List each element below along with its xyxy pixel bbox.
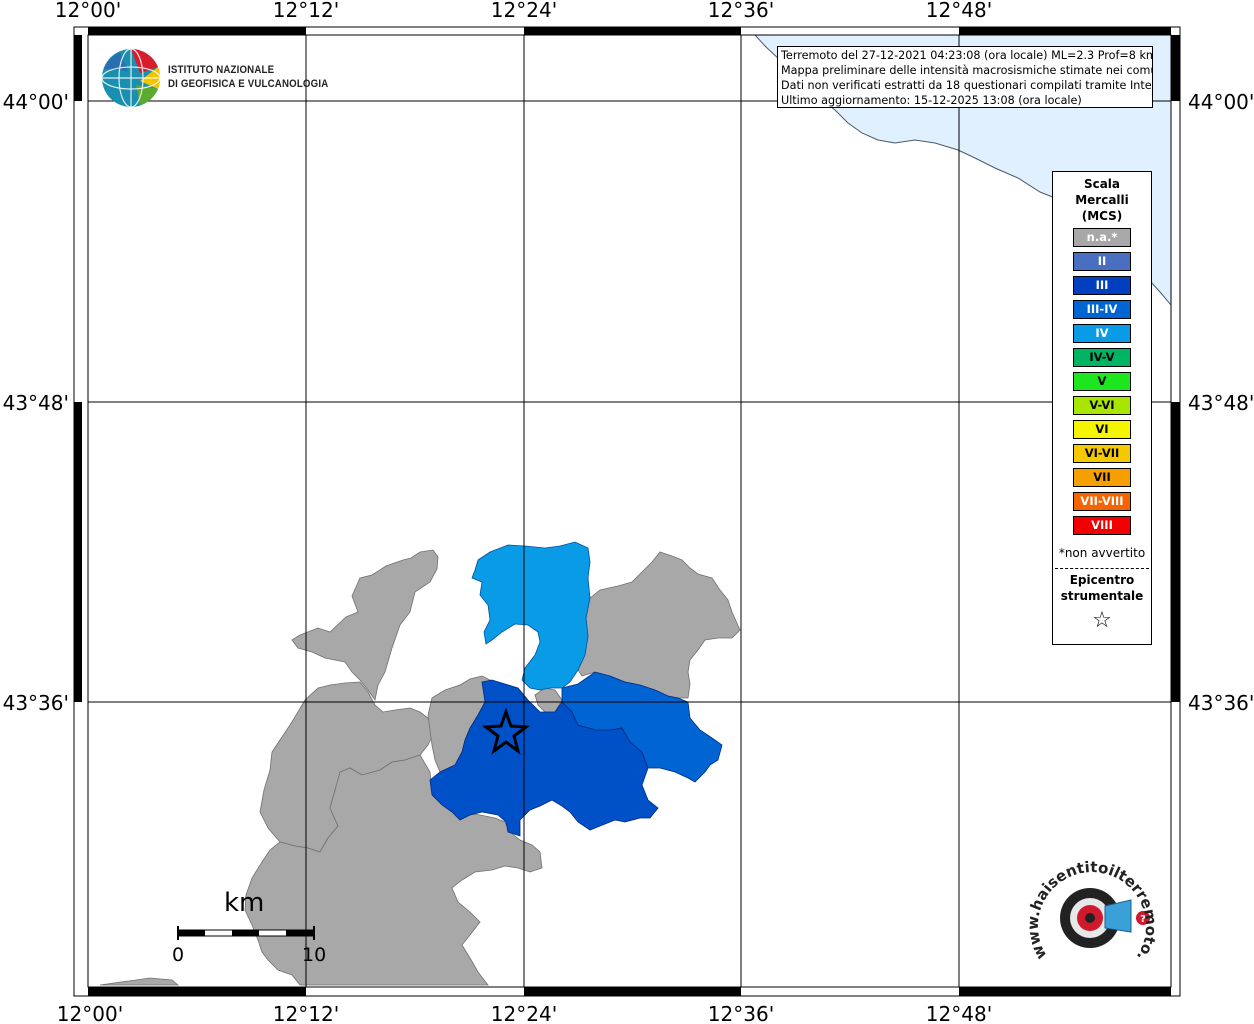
lon-tick-label: 12°24' [491,1002,557,1024]
legend-epicenter-line: strumentale [1060,589,1144,603]
lon-tick-label: 12°36' [708,0,774,22]
ingv-logo-text: ISTITUTO NAZIONALE DI GEOFISICA E VULCAN… [168,63,328,91]
ingv-line-2: DI GEOFISICA E VULCANOLOGIA [168,78,329,90]
lat-tick-label: 43°36' [1188,691,1254,715]
lon-tick-label: 12°12' [273,1002,339,1024]
event-info-line: Mappa preliminare delle intensità macros… [781,64,1153,77]
legend-note: *non avvertito [1058,546,1146,560]
mcs-legend: Scala Mercalli (MCS) n.a.* II III III-IV IV I… [1052,171,1152,645]
legend-swatch: III-IV [1073,300,1131,319]
legend-swatch: IV-V [1073,348,1131,367]
lat-tick-label: 43°48' [3,391,69,415]
lat-tick-label: 43°48' [1188,391,1254,415]
lat-tick-label: 44°00' [1188,90,1254,114]
latitude-labels-right: 44°00' 43°48' 43°36' [1188,90,1254,715]
lon-tick-label: 12°48' [926,1002,992,1024]
legend-swatch: VIII [1073,516,1131,535]
latitude-labels-left: 44°00' 43°48' 43°36' [3,90,69,715]
scale-start: 0 [172,944,185,966]
legend-swatch: n.a.* [1073,228,1131,247]
lat-tick-label: 43°36' [3,691,69,715]
ingv-globe-icon [101,48,161,108]
event-info-line: Dati non verificati estratti da 18 quest… [781,79,1153,92]
scale-unit: km [224,888,265,918]
legend-swatch: VI [1073,420,1131,439]
longitude-labels-top: 12°00' 12°12' 12°24' 12°36' 12°48' [55,0,992,22]
legend-swatch: III [1073,276,1131,295]
lon-tick-label: 12°36' [708,1002,774,1024]
legend-swatch: V-VI [1073,396,1131,415]
legend-swatch: VII-VIII [1073,492,1131,511]
legend-swatch: IV [1073,324,1131,343]
legend-swatch: II [1073,252,1131,271]
lon-tick-label: 12°24' [491,0,557,22]
lon-tick-label: 12°00' [55,0,121,22]
haisentito-logo: ? www.haisentitoilterremoto.it [1025,848,1155,964]
lon-tick-label: 12°00' [57,1002,123,1024]
legend-epicenter-label: Epicentro strumentale [1053,572,1151,604]
lon-tick-label: 12°12' [273,0,339,22]
legend-title: Scala Mercalli (MCS) [1053,176,1151,224]
legend-swatch: VI-VII [1073,444,1131,463]
ingv-line-1: ISTITUTO NAZIONALE [168,64,275,76]
event-info-line: Terremoto del 27-12-2021 04:23:08 (ora l… [781,49,1153,62]
event-info-line: Ultimo aggiornamento: 15-12-2025 13:08 (… [781,94,1082,107]
scale-end: 10 [302,944,327,966]
lat-tick-label: 44°00' [3,90,69,114]
legend-title-line: Mercalli [1075,193,1129,207]
legend-swatch: V [1073,372,1131,391]
map-background [88,35,1171,987]
event-info-box: Terremoto del 27-12-2021 04:23:08 (ora l… [777,46,1153,108]
legend-divider [1055,568,1149,569]
legend-star-icon: ☆ [1092,608,1112,633]
legend-title-line: Scala [1083,177,1121,191]
legend-title-line: (MCS) [1081,209,1123,223]
lon-tick-label: 12°48' [926,0,992,22]
longitude-labels-bottom: 12°00' 12°12' 12°24' 12°36' 12°48' [57,1002,992,1024]
legend-epicenter-line: Epicentro [1069,573,1135,587]
legend-swatch: VII [1073,468,1131,487]
